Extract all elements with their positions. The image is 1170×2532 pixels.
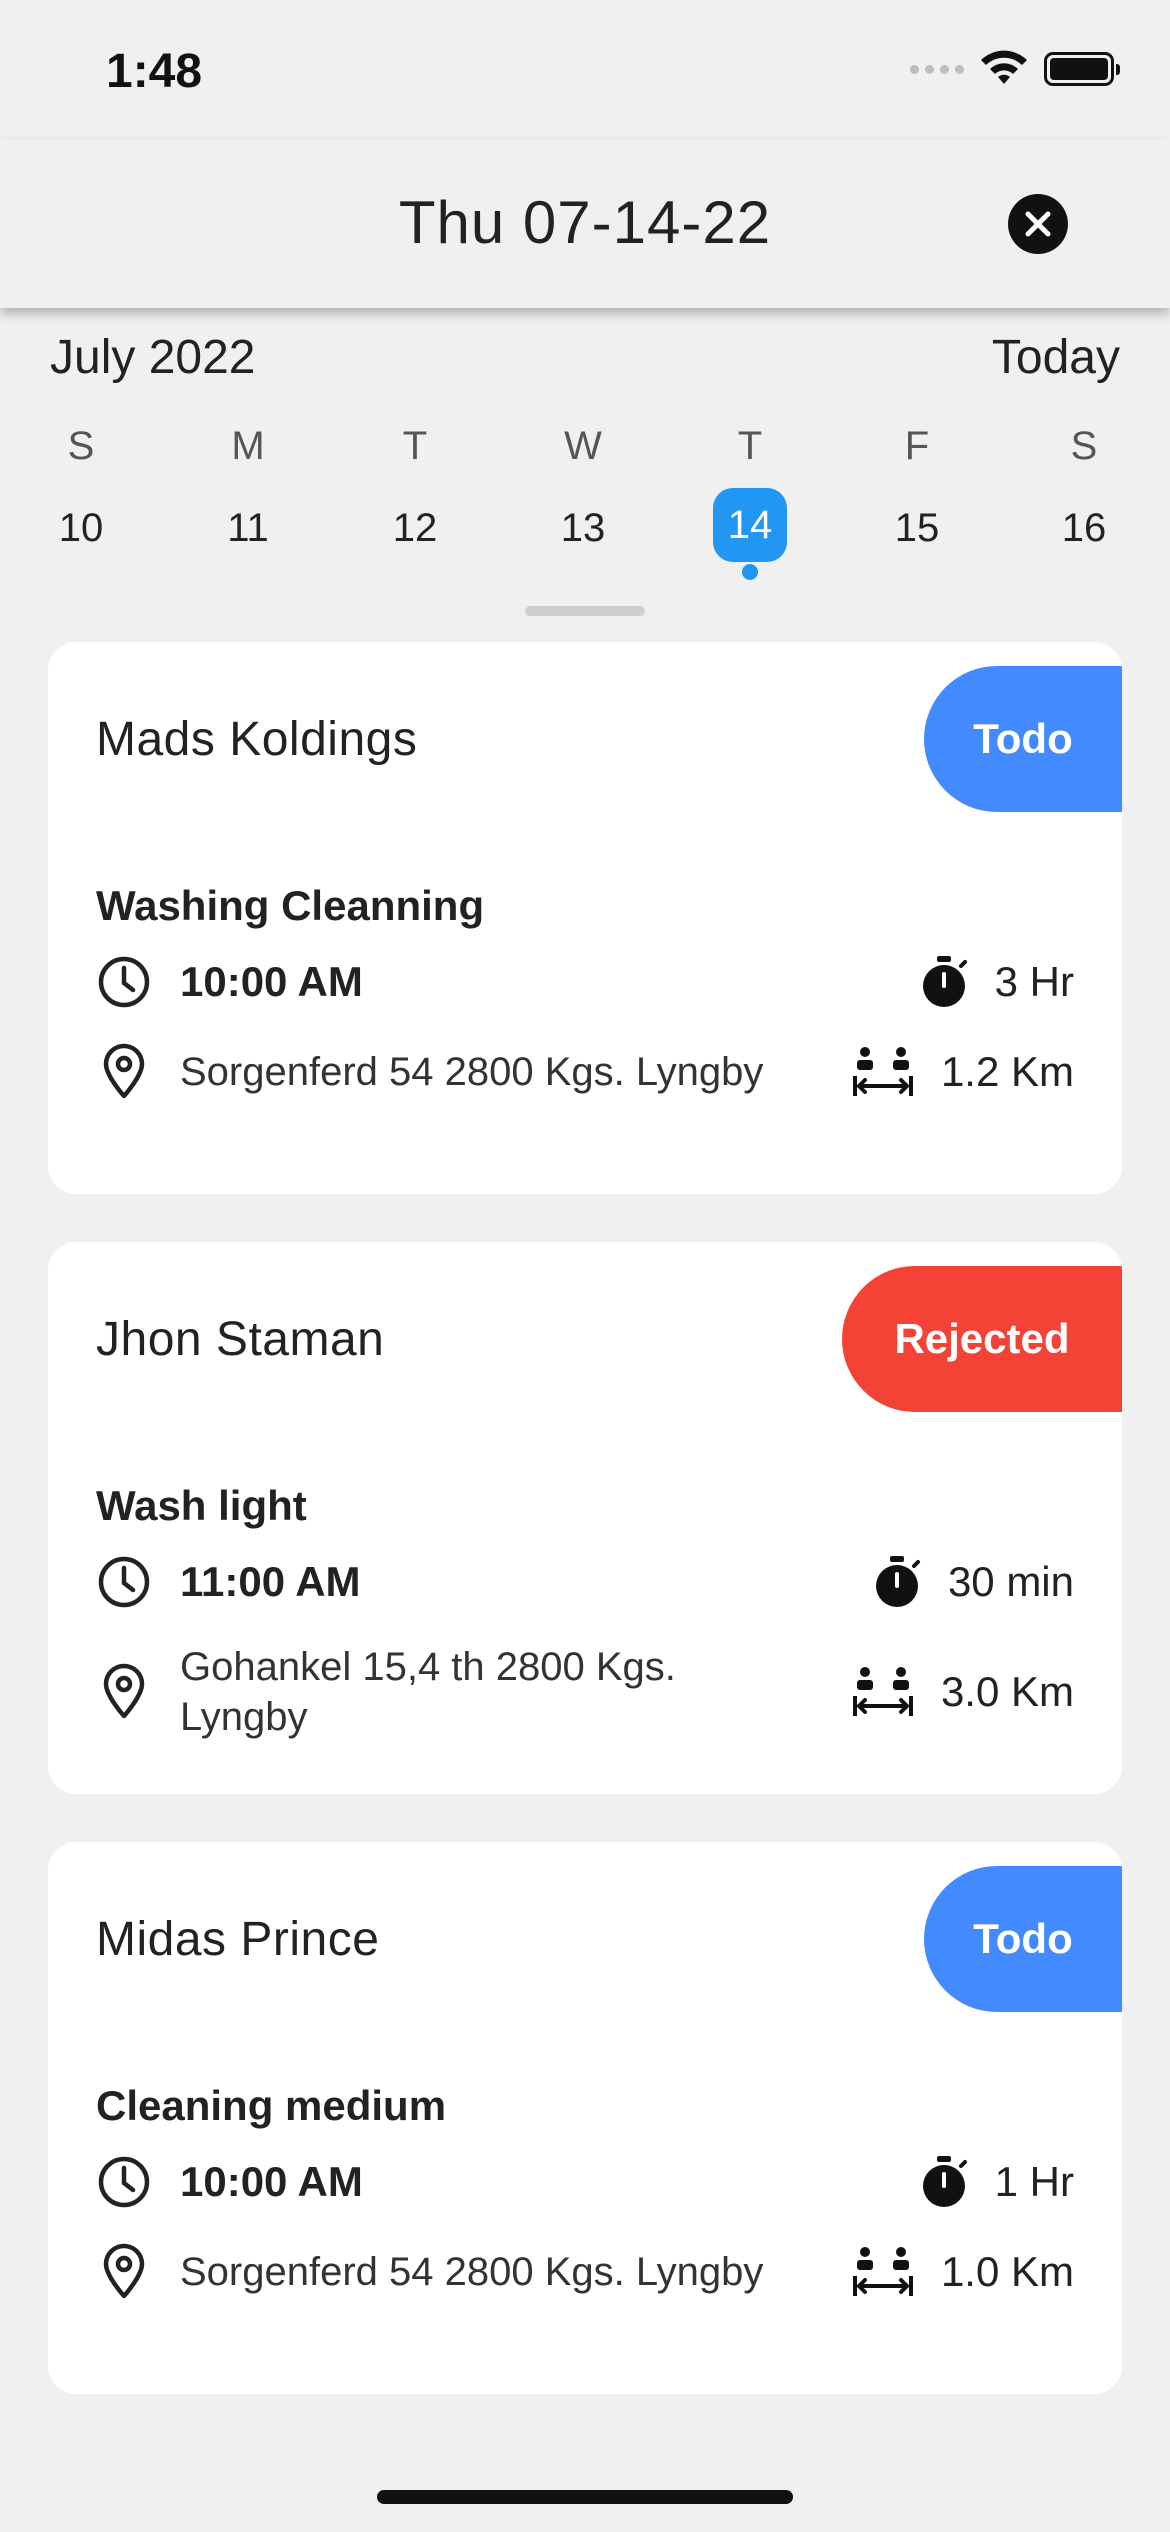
- home-indicator[interactable]: [377, 2490, 793, 2504]
- date-cell[interactable]: 15: [867, 488, 967, 568]
- timer-icon: [919, 2154, 969, 2210]
- wifi-icon: [981, 50, 1027, 84]
- job-address: Sorgenferd 54 2800 Kgs. Lyngby: [180, 2250, 764, 2294]
- status-time: 1:48: [106, 45, 203, 98]
- date-number: 12: [392, 506, 438, 550]
- clock-icon: [96, 2154, 152, 2210]
- date-number: 10: [58, 506, 104, 550]
- date-cell[interactable]: 16: [1034, 488, 1134, 568]
- date-cell[interactable]: 10: [31, 488, 131, 568]
- service-name: Cleaning medium: [96, 2082, 447, 2129]
- location-pin-icon: [96, 2242, 152, 2302]
- job-card[interactable]: Jhon Staman Rejected Wash light 11:00 AM…: [48, 1242, 1122, 1794]
- job-time: 10:00 AM: [180, 958, 363, 1005]
- date-cell-selected[interactable]: 14: [700, 488, 800, 580]
- calendar-header: July 2022 Today: [50, 330, 1120, 385]
- page-title: Thu 07-14-22: [398, 189, 772, 256]
- status-badge[interactable]: Rejected: [842, 1266, 1122, 1412]
- location-pin-icon: [96, 1662, 152, 1722]
- clock-icon: [96, 1554, 152, 1610]
- weekday-label: S: [67, 424, 95, 468]
- month-label: July 2022: [50, 331, 256, 384]
- weekday-label: S: [1070, 424, 1098, 468]
- status-bar: 1:48: [0, 0, 1170, 140]
- drag-handle[interactable]: [525, 606, 645, 616]
- status-badge[interactable]: Todo: [924, 1866, 1122, 2012]
- date-cell[interactable]: 11: [198, 488, 298, 568]
- date-cell[interactable]: 13: [533, 488, 633, 568]
- job-time: 10:00 AM: [180, 2158, 363, 2205]
- service-name: Wash light: [96, 1482, 307, 1529]
- timer-icon: [872, 1554, 922, 1610]
- close-icon: [1025, 211, 1051, 237]
- event-dot: [742, 564, 758, 580]
- job-duration: 30 min: [947, 1558, 1074, 1605]
- timer-icon: [919, 954, 969, 1010]
- date-number: 14: [713, 488, 787, 562]
- job-card[interactable]: Mads Koldings Todo Washing Cleanning 10:…: [48, 642, 1122, 1194]
- job-distance: 3.0 Km: [940, 1668, 1074, 1715]
- date-number: 11: [227, 506, 269, 550]
- weekday-label: W: [564, 424, 602, 468]
- status-icons: [910, 50, 1120, 88]
- job-distance: 1.2 Km: [940, 1048, 1074, 1095]
- status-badge[interactable]: Todo: [924, 666, 1122, 812]
- battery-icon: [1044, 52, 1120, 86]
- job-duration: 1 Hr: [994, 2158, 1074, 2205]
- app-header: Thu 07-14-22: [0, 140, 1170, 308]
- job-distance: 1.0 Km: [940, 2248, 1074, 2295]
- weekday-label: T: [737, 424, 763, 468]
- weekday-label: M: [231, 424, 265, 468]
- weekday-label: T: [402, 424, 428, 468]
- date-number: 15: [894, 506, 940, 550]
- customer-name: Midas Prince: [96, 1913, 380, 1966]
- date-number: 16: [1061, 506, 1107, 550]
- job-duration: 3 Hr: [994, 958, 1074, 1005]
- weekday-label: F: [904, 424, 930, 468]
- today-button[interactable]: Today: [992, 330, 1120, 385]
- cellular-signal-icon: [910, 64, 964, 74]
- clock-icon: [96, 954, 152, 1010]
- job-time: 11:00 AM: [180, 1558, 361, 1605]
- distance-icon: [851, 2244, 915, 2300]
- customer-name: Jhon Staman: [96, 1313, 385, 1366]
- job-card[interactable]: Midas Prince Todo Cleaning medium 10:00 …: [48, 1842, 1122, 2394]
- close-button[interactable]: [1008, 194, 1068, 254]
- date-cell[interactable]: 12: [365, 488, 465, 568]
- distance-icon: [851, 1664, 915, 1720]
- job-address: Sorgenferd 54 2800 Kgs. Lyngby: [180, 1050, 764, 1094]
- distance-icon: [851, 1044, 915, 1100]
- service-name: Washing Cleanning: [96, 882, 485, 929]
- location-pin-icon: [96, 1042, 152, 1102]
- job-address: Gohankel 15,4 th 2800 Kgs. Lyngby: [180, 1645, 676, 1739]
- customer-name: Mads Koldings: [96, 713, 418, 766]
- date-number: 13: [560, 506, 606, 550]
